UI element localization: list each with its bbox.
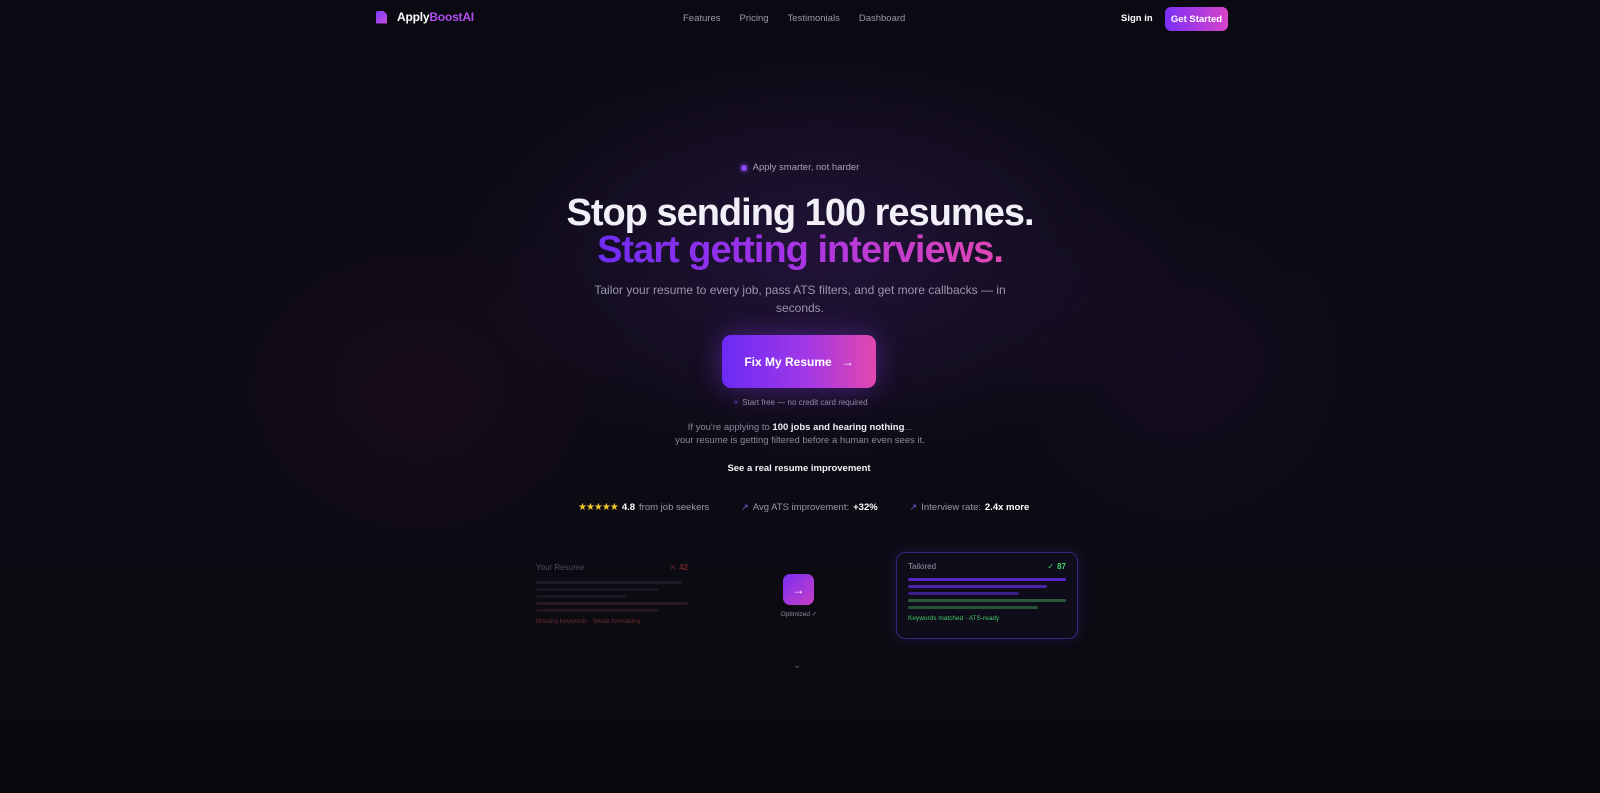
cta-label: Fix My Resume [744,354,832,369]
original-resume-title: Your Resume [536,563,585,572]
tailored-score-value: 87 [1057,562,1066,571]
original-resume-card: Your Resume ✕ 42 Missing keywords · Weak … [536,563,688,627]
tailored-resume-header: Tailored ✓ 87 [908,562,1066,571]
optimize-arrow-button[interactable]: → [783,574,814,605]
badge-text: Apply smarter, not harder [752,162,860,173]
resume-line-success [908,599,1066,602]
headline-line-1: Stop sending 100 resumes. [566,192,1034,234]
hero-subtitle: Tailor your resume to every job, pass AT… [594,283,1006,315]
resume-line [908,592,1019,595]
original-resume-issues: Missing keywords · Weak formatting [536,618,641,625]
resume-line [908,578,1066,581]
free-note: ✧ Start free — no credit card required [0,398,1600,407]
pain-prefix: If you're applying to [687,422,773,433]
check-icon: ✓ [1047,562,1055,571]
optimized-label: Optimized ✓ [780,611,818,618]
see-improvement-link[interactable]: See a real resume improvement [719,458,879,478]
interview-stat: ↗ Interview rate: 2.4x more [910,502,1030,513]
arrow-right-icon: → [792,582,805,597]
pain-line-1: If you're applying to 100 jobs and heari… [0,421,1600,434]
original-resume-header: Your Resume ✕ 42 [536,563,688,572]
five-stars-icon: ★★★★★ [578,502,619,513]
tailored-score: ✓ 87 [1047,562,1066,571]
resume-line-error [536,609,658,612]
pain-statement: If you're applying to 100 jobs and heari… [0,421,1600,447]
nav-link-dashboard[interactable]: Dashboard [859,13,905,24]
resume-line-success [908,606,1038,609]
ats-label: Avg ATS improvement: [752,502,850,513]
tailored-resume-title: Tailored [908,562,937,571]
tailored-resume-status: Keywords matched · ATS-ready [908,615,1000,622]
interview-value: 2.4x more [984,502,1030,513]
free-note-text: Start free — no credit card required [742,398,868,407]
rating-stat: ★★★★★ 4.8 from job seekers [578,502,709,513]
brand-name-part1: Apply [397,10,430,24]
badge-dot-icon [740,164,747,171]
original-score-value: 42 [679,563,688,572]
nav-link-features[interactable]: Features [683,13,721,24]
nav-links: Features Pricing Testimonials Dashboard [683,13,905,24]
fix-my-resume-button[interactable]: Fix My Resume → [722,335,876,388]
resume-line [536,581,682,584]
resume-line [908,585,1048,588]
sparkle-icon: ✧ [732,398,740,407]
get-started-button[interactable]: Get Started [1165,7,1228,31]
arrow-right-icon: → [841,354,854,369]
brand-name: ApplyBoostAI [397,10,474,24]
original-score: ✕ 42 [669,563,688,572]
brand-logo[interactable]: ApplyBoostAI [376,10,474,24]
resume-line [536,595,628,598]
document-icon [376,10,387,24]
pain-bold: 100 jobs and hearing nothing [772,422,905,433]
hero-badge: Apply smarter, not harder [0,162,1600,173]
ats-value: +32% [853,502,878,513]
rating-value: 4.8 [621,502,636,513]
sign-in-link[interactable]: Sign in [1121,13,1153,24]
x-icon: ✕ [669,563,677,572]
stats-row: ★★★★★ 4.8 from job seekers ↗ Avg ATS imp… [578,502,1029,513]
tailored-resume-card: Tailored ✓ 87 Keywords matched · ATS-read… [896,552,1078,639]
pain-line-2: your resume is getting filtered before a… [675,435,925,446]
top-navigation: ApplyBoostAI Features Pricing Testimonia… [0,0,1600,38]
trending-up-icon: ↗ [741,502,749,512]
optimize-step: → Optimized ✓ [781,574,817,618]
resume-line-error [536,602,688,605]
rating-label: from job seekers [639,502,710,513]
nav-link-pricing[interactable]: Pricing [740,13,769,24]
chevron-down-icon[interactable]: ⌄ [793,660,801,671]
headline-line-2: Start getting interviews. [0,231,1600,269]
pain-suffix: ... [904,422,913,433]
trending-up-icon: ↗ [909,502,918,512]
resume-line [536,588,658,591]
nav-link-testimonials[interactable]: Testimonials [788,13,840,24]
ats-stat: ↗ Avg ATS improvement: +32% [741,502,877,513]
brand-name-part2: BoostAI [429,10,474,24]
interview-label: Interview rate: [921,502,981,513]
headline-gradient-text: Start getting interviews. [597,229,1004,271]
